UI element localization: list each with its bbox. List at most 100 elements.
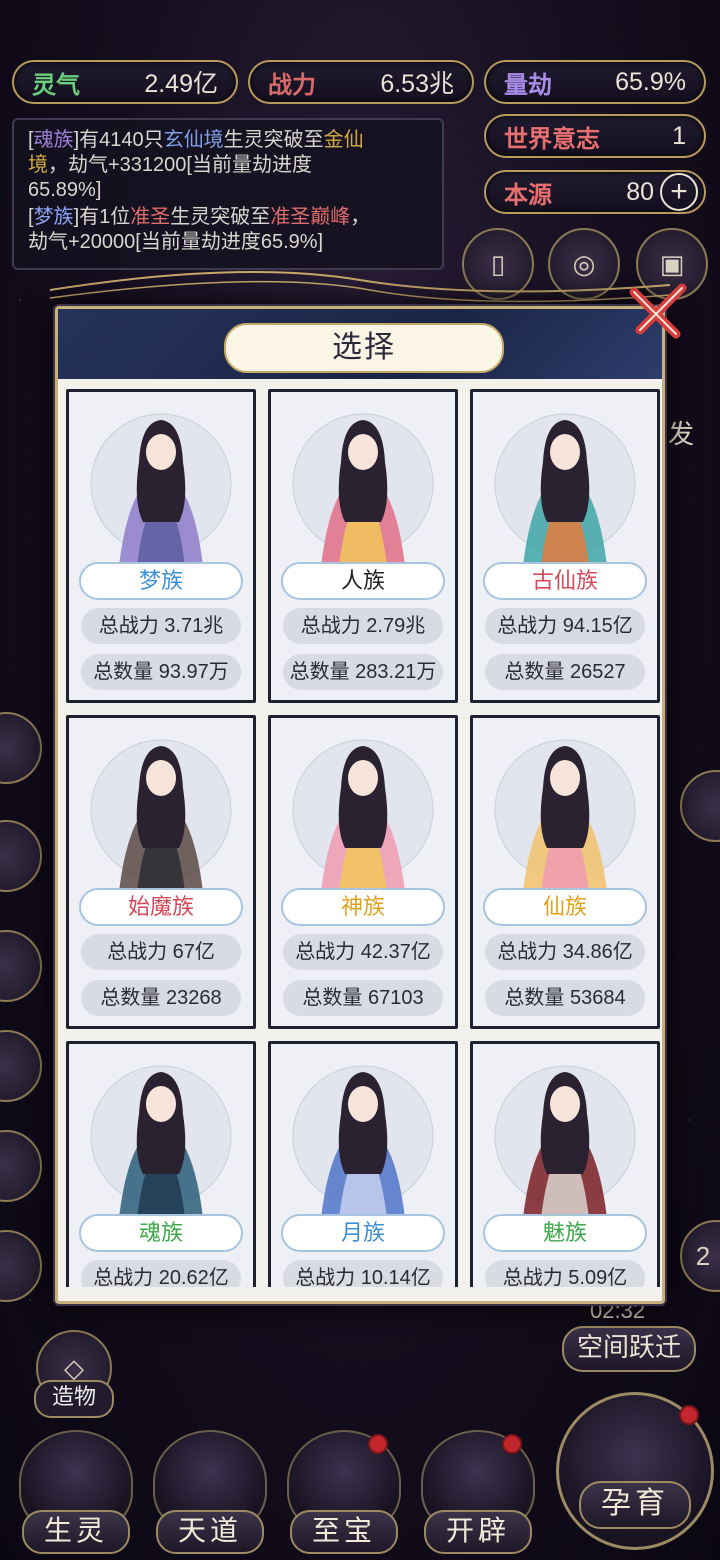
total-power: 总战力 10.14亿 [283,1260,443,1287]
total-power: 总战力 20.62亿 [81,1260,241,1287]
log-entry: [梦族]有1位准圣生灵突破至准圣巅峰， 劫气+20000[当前量劫进度65.9%] [28,205,428,255]
total-power: 总战力 67亿 [81,934,241,970]
event-log: [魂族]有4140只玄仙境生灵突破至金仙 境，劫气+331200[当前量劫进度 65… [12,118,444,270]
lingqi-label: 灵气 [32,69,80,99]
race-card[interactable]: 始魔族总战力 67亿 总数量 23268 [66,715,256,1029]
notification-dot [368,1434,388,1454]
lingqi-value: 2.49亿 [144,70,218,98]
total-count: 总数量 53684 [485,980,645,1016]
character-portrait [90,739,232,892]
total-power: 总战力 94.15亿 [485,608,645,644]
side-icon[interactable] [680,770,720,842]
character-portrait [90,413,232,566]
side-icon[interactable] [0,1030,42,1102]
side-icon[interactable] [0,1230,42,1302]
race-card[interactable]: 人族总战力 2.79兆 总数量 283.21万 [268,389,458,703]
nav-shengling[interactable]: 生灵 [14,1430,138,1560]
realm-name: 玄仙境 [163,129,224,151]
close-icon[interactable] [626,278,690,342]
character-portrait [292,1065,434,1218]
benyuan-value: 80 [626,177,654,206]
race-name: 魅族 [483,1214,647,1252]
nav-label: 开辟 [424,1510,532,1554]
log-text: 生灵突破至 [223,129,324,151]
realm-name: 准圣巅峰 [270,206,351,228]
race-card[interactable]: 神族总战力 42.37亿 总数量 67103 [268,715,458,1029]
liangjie-stat[interactable]: 量劫 65.9% [484,60,706,104]
race-name: 月族 [281,1214,445,1252]
character-portrait [494,413,636,566]
zhanli-label: 战力 [268,69,316,99]
total-power: 总战力 5.09亿 [485,1260,645,1287]
race-name: 梦族 [79,562,243,600]
race-name: 仙族 [483,888,647,926]
race-card[interactable]: 月族总战力 10.14亿 [268,1041,458,1287]
creation-label[interactable]: 造物 [34,1380,114,1418]
realm-name: 准圣 [130,206,171,228]
space-jump-button[interactable]: 空间跃迁 [562,1326,696,1372]
side-icon[interactable] [0,930,42,1002]
notification-dot [502,1434,522,1454]
side-icon[interactable] [0,820,42,892]
world-will-stat[interactable]: 世界意志 1 [484,114,706,158]
race-card[interactable]: 梦族总战力 3.71兆 总数量 93.97万 [66,389,256,703]
total-power: 总战力 42.37亿 [283,934,443,970]
world-will-value: 1 [672,121,686,150]
world-will-label: 世界意志 [504,123,600,153]
race-name: 神族 [281,888,445,926]
liangjie-value: 65.9% [615,67,686,96]
nav-label: 生灵 [22,1510,130,1554]
total-count: 总数量 93.97万 [81,654,241,690]
nav-zhibao[interactable]: 至宝 [282,1430,406,1560]
total-count: 总数量 26527 [485,654,645,690]
zhanli-stat[interactable]: 战力 6.53兆 [248,60,474,104]
total-count: 总数量 283.21万 [283,654,443,690]
character-portrait [494,1065,636,1218]
total-power: 总战力 3.71兆 [81,608,241,644]
race-grid[interactable]: 梦族 总战力 3.71兆 总数量 93.97万 人族 总战力 2.79兆 总数量 283.… [66,389,660,1287]
realm-name: 金仙 [323,129,364,151]
nav-kaipi[interactable]: 开辟 [416,1430,540,1560]
character-portrait [494,739,636,892]
modal-title: 选择 [224,323,504,373]
race-card[interactable]: 仙族总战力 34.86亿 总数量 53684 [470,715,660,1029]
realm-name: 境 [28,154,48,176]
race-name: 古仙族 [483,562,647,600]
race-card[interactable]: 魅族总战力 5.09亿 [470,1041,660,1287]
total-power: 总战力 2.79兆 [283,608,443,644]
race-select-modal: 选择 梦族 总战力 3.71兆 总数量 93.97万 人族 总战力 2.79兆 总数量 2… [55,306,665,1304]
badge-number: 2 [695,1240,711,1271]
total-count: 总数量 23268 [81,980,241,1016]
side-icon[interactable] [0,712,42,784]
zhanli-value: 6.53兆 [380,70,454,98]
nav-label: 孕育 [579,1481,691,1529]
race-name: 魂族 [79,1214,243,1252]
race-name: 始魔族 [79,888,243,926]
log-entry: [魂族]有4140只玄仙境生灵突破至金仙 境，劫气+331200[当前量劫进度 65… [28,128,428,203]
nav-label: 天道 [156,1510,264,1554]
nav-label: 至宝 [290,1510,398,1554]
log-text: ，劫气+331200[当前量劫进度 [48,154,312,176]
race-card[interactable]: 古仙族总战力 94.15亿 总数量 26527 [470,389,660,703]
benyuan-stat[interactable]: 本源 80 + [484,170,706,214]
race-name: 人族 [281,562,445,600]
log-text: 生灵突破至 [170,206,271,228]
race-name: 魂族 [33,129,74,151]
character-portrait [292,413,434,566]
side-icon[interactable]: 2 [680,1220,720,1292]
side-label[interactable]: 发 [668,414,694,451]
nav-yunyu[interactable]: 孕育 [556,1392,714,1550]
total-power: 总战力 34.86亿 [485,934,645,970]
lingqi-stat[interactable]: 灵气 2.49亿 [12,60,238,104]
total-count: 总数量 67103 [283,980,443,1016]
log-text: ]有1位 [73,206,131,228]
frame-ornament [49,271,671,303]
log-text: 65.89%] [28,179,102,201]
nav-tiandao[interactable]: 天道 [148,1430,272,1560]
log-text: ]有4140只 [73,129,164,151]
race-name: 梦族 [33,206,74,228]
race-card[interactable]: 魂族总战力 20.62亿 [66,1041,256,1287]
log-text: ， [350,206,371,228]
plus-icon[interactable]: + [660,173,698,211]
side-icon[interactable] [0,1130,42,1202]
